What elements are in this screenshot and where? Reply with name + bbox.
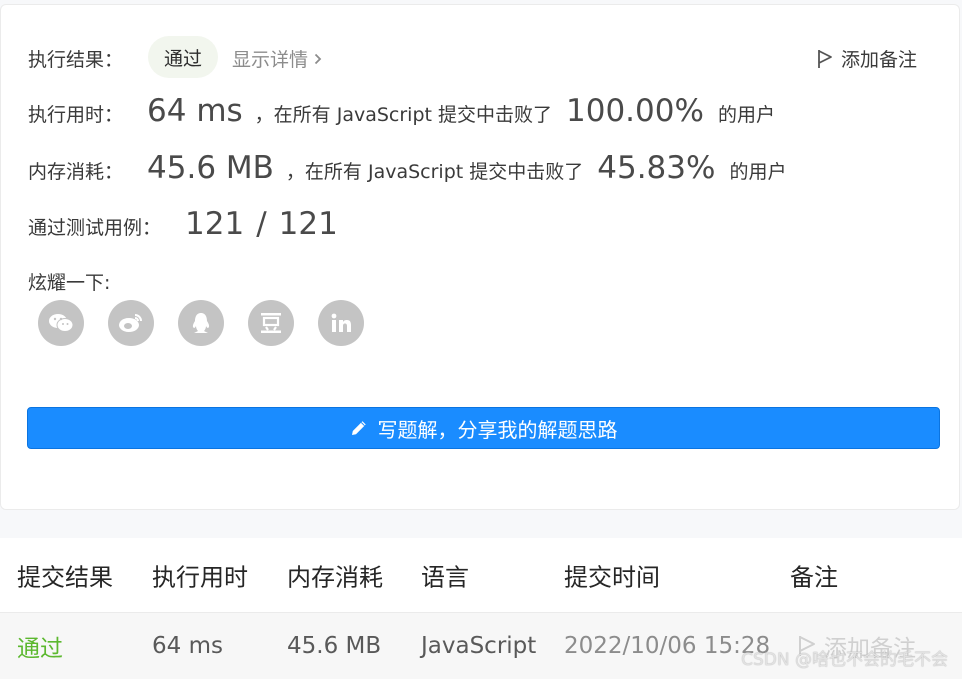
memory-text: ，在所有 JavaScript 提交中击败了 (285, 161, 584, 183)
header-submit-time: 提交时间 (564, 563, 660, 592)
header-language: 语言 (421, 563, 469, 592)
show-details-link[interactable]: 显示详情 (232, 45, 322, 72)
share-row-label: 炫耀一下: (28, 268, 110, 295)
runtime-suffix: 的用户 (717, 104, 775, 126)
testcases-passed: 121 (185, 206, 245, 242)
add-note-label: 添加备注 (840, 49, 917, 71)
memory-label: 内存消耗： (28, 161, 124, 183)
chevron-right-icon (314, 53, 322, 64)
write-solution-label: 写题解，分享我的解题思路 (377, 417, 618, 442)
row-language: JavaScript (421, 633, 537, 659)
qq-icon[interactable] (178, 300, 224, 346)
flag-icon (818, 49, 832, 68)
status-badge: 通过 (148, 36, 218, 78)
memory-value: 45.6 MB (147, 150, 274, 186)
header-runtime: 执行用时 (152, 563, 248, 592)
runtime-row: 执行用时： 64 ms ，在所有 JavaScript 提交中击败了 100.0… (28, 93, 775, 129)
linkedin-icon[interactable] (318, 300, 364, 346)
show-details-label: 显示详情 (232, 49, 309, 71)
memory-percent: 45.83% (597, 150, 716, 186)
share-icons (38, 300, 364, 346)
testcases-label: 通过测试用例： (28, 217, 162, 239)
row-result[interactable]: 通过 (17, 629, 63, 663)
result-label: 执行结果： (28, 49, 124, 71)
wechat-icon[interactable] (38, 300, 84, 346)
row-runtime: 64 ms (152, 633, 223, 659)
memory-row: 内存消耗： 45.6 MB ，在所有 JavaScript 提交中击败了 45.… (28, 150, 786, 186)
pencil-icon (351, 421, 366, 435)
row-submit-time: 2022/10/06 15:28 (564, 633, 771, 659)
header-memory: 内存消耗 (287, 563, 383, 592)
share-label: 炫耀一下: (28, 272, 111, 294)
runtime-text: ，在所有 JavaScript 提交中击败了 (254, 104, 552, 126)
testcases-row: 通过测试用例： 121 / 121 (28, 206, 338, 242)
header-note: 备注 (790, 563, 838, 592)
write-solution-button[interactable]: 写题解，分享我的解题思路 (27, 407, 940, 449)
runtime-label: 执行用时： (28, 104, 124, 126)
douban-icon[interactable] (248, 300, 294, 346)
row-memory: 45.6 MB (287, 633, 382, 659)
add-note-button[interactable]: 添加备注 (817, 45, 917, 72)
testcases-separator: / (256, 206, 267, 242)
testcases-total: 121 (278, 206, 338, 242)
memory-suffix: 的用户 (729, 161, 787, 183)
result-row: 执行结果： (28, 45, 123, 72)
watermark: CSDN @啥也不会的毛不会 (741, 650, 948, 670)
weibo-icon[interactable] (108, 300, 154, 346)
table-header: 提交结果 执行用时 内存消耗 语言 提交时间 备注 (0, 538, 962, 613)
runtime-value: 64 ms (147, 93, 243, 129)
header-result: 提交结果 (17, 563, 113, 592)
runtime-percent: 100.00% (566, 93, 704, 129)
